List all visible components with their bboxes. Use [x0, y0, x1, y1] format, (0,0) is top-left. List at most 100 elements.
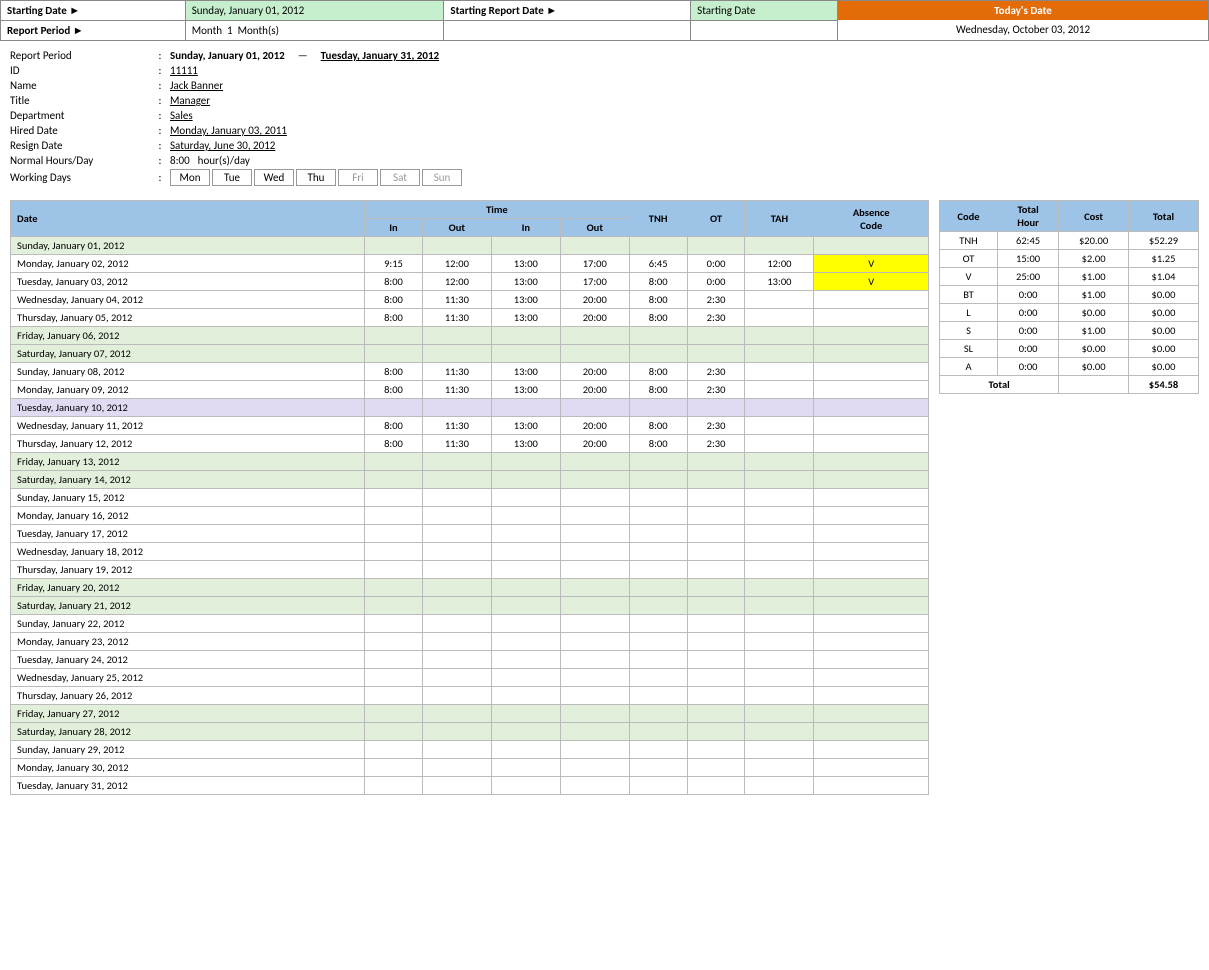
table-cell: Friday, January 13, 2012: [11, 453, 365, 471]
table-cell: 11:30: [422, 309, 491, 327]
normal-hours-label: Normal Hours/Day: [10, 154, 150, 167]
table-cell: 20:00: [560, 381, 629, 399]
table-cell: [560, 777, 629, 795]
col-tah: TAH: [745, 201, 814, 237]
table-cell: [422, 615, 491, 633]
table-cell: 12:00: [745, 255, 814, 273]
table-cell: [745, 759, 814, 777]
table-cell: 13:00: [745, 273, 814, 291]
table-cell: [687, 597, 745, 615]
table-cell: 8:00: [365, 435, 423, 453]
summary-cell: BT: [940, 286, 998, 304]
table-cell: Tuesday, January 10, 2012: [11, 399, 365, 417]
table-cell: [422, 633, 491, 651]
table-cell: [745, 345, 814, 363]
table-cell: [560, 327, 629, 345]
table-cell: [814, 777, 929, 795]
table-cell: [745, 453, 814, 471]
table-cell: 11:30: [422, 291, 491, 309]
table-cell: [687, 723, 745, 741]
table-cell: Thursday, January 26, 2012: [11, 687, 365, 705]
table-cell: [687, 705, 745, 723]
working-days-boxes: MonTueWedThuFriSatSun: [170, 169, 462, 186]
summary-cell: 25:00: [997, 268, 1058, 286]
table-cell: [560, 723, 629, 741]
summary-col-total: Total: [1128, 201, 1198, 232]
summary-cell: $1.00: [1059, 268, 1129, 286]
table-cell: [745, 723, 814, 741]
table-cell: [687, 237, 745, 255]
table-cell: [560, 615, 629, 633]
col-absence: AbsenceCode: [814, 201, 929, 237]
table-cell: [687, 777, 745, 795]
table-cell: [629, 759, 687, 777]
table-cell: [814, 561, 929, 579]
table-cell: [629, 669, 687, 687]
table-cell: [560, 561, 629, 579]
table-cell: [491, 705, 560, 723]
working-day-wed: Wed: [254, 169, 294, 186]
summary-cell: $1.00: [1059, 286, 1129, 304]
table-cell: 8:00: [365, 291, 423, 309]
table-cell: 2:30: [687, 291, 745, 309]
summary-cell: $0.00: [1128, 322, 1198, 340]
summary-cell: $0.00: [1128, 358, 1198, 376]
table-cell: [629, 687, 687, 705]
table-cell: [745, 687, 814, 705]
table-cell: [687, 543, 745, 561]
table-cell: [560, 525, 629, 543]
table-cell: [745, 651, 814, 669]
table-cell: [629, 327, 687, 345]
table-cell: Wednesday, January 04, 2012: [11, 291, 365, 309]
table-cell: [814, 471, 929, 489]
resign-date-colon: :: [150, 139, 170, 152]
table-cell: [491, 615, 560, 633]
table-cell: [560, 669, 629, 687]
table-cell: [422, 687, 491, 705]
table-cell: [422, 327, 491, 345]
table-cell: [745, 615, 814, 633]
table-cell: [687, 651, 745, 669]
table-cell: Friday, January 20, 2012: [11, 579, 365, 597]
table-cell: [365, 741, 423, 759]
table-cell: [629, 453, 687, 471]
table-cell: [814, 633, 929, 651]
summary-cell: $1.25: [1128, 250, 1198, 268]
table-cell: Monday, January 30, 2012: [11, 759, 365, 777]
attendance-table: Date Time TNH OT TAH AbsenceCode In Out …: [10, 200, 929, 795]
report-period-col4: [691, 21, 838, 41]
table-cell: [629, 615, 687, 633]
working-day-fri: Fri: [338, 169, 378, 186]
table-cell: 2:30: [687, 363, 745, 381]
table-cell: [491, 327, 560, 345]
table-cell: Sunday, January 01, 2012: [11, 237, 365, 255]
table-cell: [814, 381, 929, 399]
starting-report-date-value: Starting Date: [691, 1, 838, 21]
summary-col-code: Code: [940, 201, 998, 232]
table-cell: [365, 237, 423, 255]
table-cell: 8:00: [365, 363, 423, 381]
table-cell: 11:30: [422, 363, 491, 381]
table-cell: Tuesday, January 03, 2012: [11, 273, 365, 291]
table-cell: [491, 237, 560, 255]
summary-cell: $0.00: [1059, 340, 1129, 358]
table-cell: [629, 597, 687, 615]
table-cell: [365, 669, 423, 687]
name-colon: :: [150, 79, 170, 92]
summary-cell: A: [940, 358, 998, 376]
table-cell: 8:00: [629, 363, 687, 381]
table-cell: [365, 399, 423, 417]
table-cell: [745, 507, 814, 525]
table-cell: [745, 327, 814, 345]
table-cell: [745, 741, 814, 759]
table-cell: [629, 237, 687, 255]
col-in1: In: [365, 219, 423, 237]
table-cell: V: [814, 273, 929, 291]
hired-date-value: Monday, January 03, 2011: [170, 124, 370, 137]
table-cell: [560, 471, 629, 489]
table-cell: [365, 327, 423, 345]
table-cell: Sunday, January 22, 2012: [11, 615, 365, 633]
table-cell: [629, 705, 687, 723]
table-cell: 20:00: [560, 435, 629, 453]
table-cell: [491, 525, 560, 543]
